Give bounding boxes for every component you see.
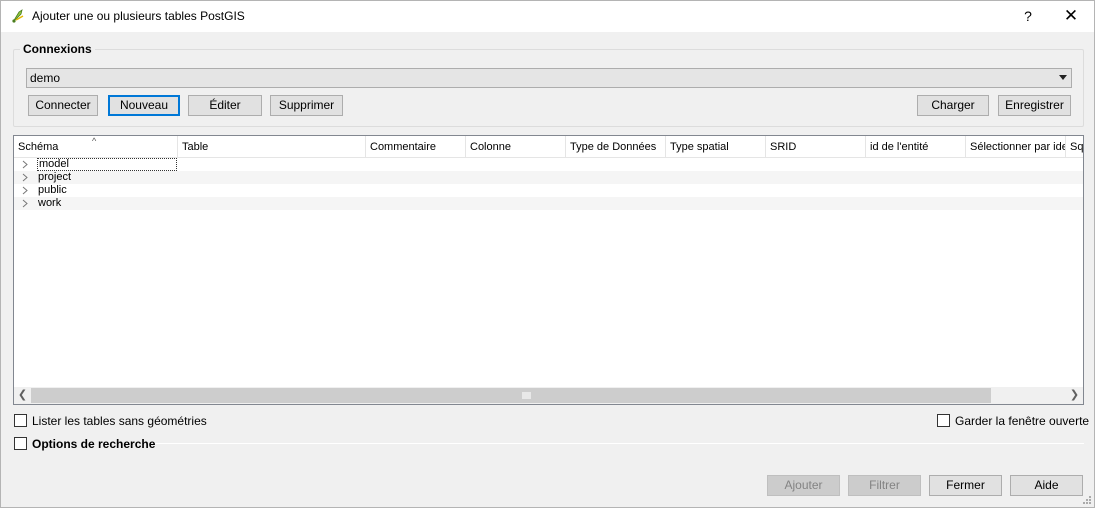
help-button[interactable]: Aide (1010, 475, 1083, 496)
schema-label: model (37, 158, 177, 171)
column-header-select-by-id[interactable]: Sélectionner par ide (966, 136, 1066, 158)
close-button[interactable]: Fermer (929, 475, 1002, 496)
column-header-srid[interactable]: SRID (766, 136, 866, 158)
column-header-data-type[interactable]: Type de Données (566, 136, 666, 158)
tree-header: Schéma ^ Table Commentaire Colonne Type … (14, 136, 1083, 158)
qgis-icon (12, 9, 24, 23)
search-options-label: Options de recherche (32, 437, 156, 451)
chevron-right-icon[interactable] (21, 158, 29, 171)
list-no-geometry-label: Lister les tables sans géométries (32, 414, 207, 428)
column-header-table[interactable]: Table (178, 136, 366, 158)
scroll-right-icon[interactable]: ❯ (1066, 387, 1083, 404)
new-connection-button[interactable]: Nouveau (108, 95, 180, 116)
search-options-separator (155, 443, 1084, 444)
tree-rows: model project public work (14, 158, 1083, 210)
column-header-sql[interactable]: Sql (1066, 136, 1083, 158)
connection-select-value: demo (30, 71, 61, 85)
chevron-right-icon[interactable] (21, 171, 29, 184)
dialog-window: Ajouter une ou plusieurs tables PostGIS … (0, 0, 1095, 508)
schema-label: work (38, 197, 62, 209)
column-header-column[interactable]: Colonne (466, 136, 566, 158)
column-header-comment[interactable]: Commentaire (366, 136, 466, 158)
schema-label: public (38, 184, 67, 196)
keep-open-label: Garder la fenêtre ouverte (955, 414, 1090, 428)
sort-ascending-icon: ^ (92, 136, 97, 146)
load-connections-button[interactable]: Charger (917, 95, 989, 116)
horizontal-scrollbar[interactable]: ❮ ❯ (14, 387, 1083, 404)
edit-connection-button[interactable]: Éditer (188, 95, 262, 116)
column-header-feature-id[interactable]: id de l'entité (866, 136, 966, 158)
scrollbar-thumb[interactable] (31, 388, 991, 403)
close-window-button[interactable]: ✕ (1053, 4, 1089, 28)
window-title: Ajouter une ou plusieurs tables PostGIS (32, 9, 245, 23)
filter-button[interactable]: Filtrer (848, 475, 921, 496)
help-title-button[interactable]: ? (1014, 5, 1042, 27)
list-no-geometry-checkbox[interactable] (14, 414, 27, 427)
scrollbar-grip (522, 392, 531, 399)
tree-row-work[interactable]: work (14, 197, 1083, 210)
chevron-right-icon[interactable] (21, 197, 29, 210)
connect-button[interactable]: Connecter (28, 95, 98, 116)
connections-group-title: Connexions (20, 42, 95, 56)
delete-connection-button[interactable]: Supprimer (270, 95, 343, 116)
add-button[interactable]: Ajouter (767, 475, 840, 496)
save-connections-button[interactable]: Enregistrer (998, 95, 1071, 116)
search-options-checkbox[interactable] (14, 437, 27, 450)
scroll-left-icon[interactable]: ❮ (14, 387, 31, 404)
tree-row-model[interactable]: model (14, 158, 1083, 171)
schema-label: project (38, 171, 72, 183)
title-bar: Ajouter une ou plusieurs tables PostGIS … (1, 1, 1094, 32)
resize-grip-icon[interactable] (1082, 495, 1092, 505)
tables-tree-view[interactable]: Schéma ^ Table Commentaire Colonne Type … (13, 135, 1084, 405)
column-header-spatial-type[interactable]: Type spatial (666, 136, 766, 158)
connection-select[interactable]: demo (26, 68, 1072, 88)
tree-row-public[interactable]: public (14, 184, 1083, 197)
tree-row-project[interactable]: project (14, 171, 1083, 184)
chevron-right-icon[interactable] (21, 184, 29, 197)
chevron-down-icon (1059, 75, 1067, 80)
keep-open-checkbox[interactable] (937, 414, 950, 427)
